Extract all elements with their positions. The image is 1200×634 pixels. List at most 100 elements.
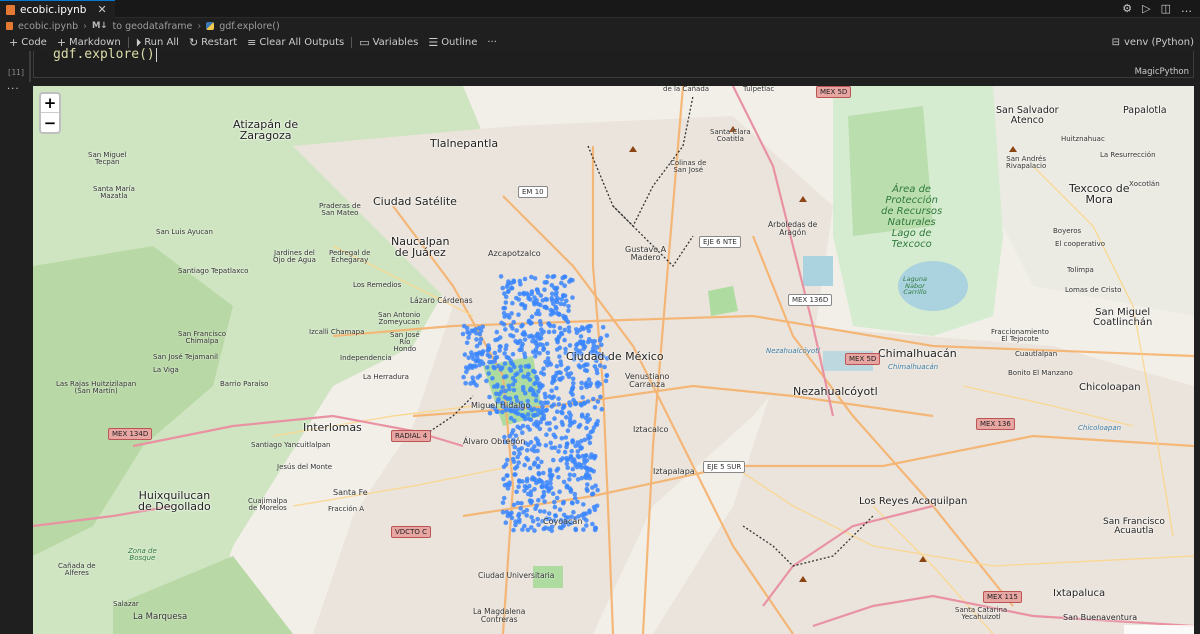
- bike-station-marker[interactable]: [538, 478, 544, 484]
- bike-station-marker[interactable]: [571, 509, 576, 515]
- bike-station-marker[interactable]: [592, 507, 598, 513]
- bike-station-marker[interactable]: [514, 328, 519, 333]
- bike-station-marker[interactable]: [535, 376, 540, 382]
- bike-station-marker[interactable]: [524, 448, 530, 453]
- bike-station-marker[interactable]: [522, 351, 527, 356]
- bike-station-marker[interactable]: [527, 427, 532, 432]
- bike-station-marker[interactable]: [514, 464, 520, 469]
- bike-station-marker[interactable]: [466, 335, 471, 340]
- bike-station-marker[interactable]: [570, 278, 575, 283]
- bike-station-marker[interactable]: [513, 519, 518, 524]
- bike-station-marker[interactable]: [503, 346, 509, 352]
- bike-station-marker[interactable]: [465, 329, 470, 335]
- bike-station-marker[interactable]: [565, 465, 570, 471]
- bike-station-marker[interactable]: [508, 368, 514, 373]
- bike-station-marker[interactable]: [540, 494, 545, 500]
- bike-station-marker[interactable]: [574, 342, 579, 348]
- bike-station-marker[interactable]: [543, 525, 548, 531]
- bike-station-marker[interactable]: [566, 325, 572, 330]
- output-more-icon[interactable]: ···: [7, 84, 20, 95]
- bike-station-marker[interactable]: [566, 304, 571, 309]
- bike-station-marker[interactable]: [569, 448, 574, 454]
- bike-station-marker[interactable]: [468, 381, 473, 386]
- bike-station-marker[interactable]: [592, 338, 597, 344]
- bike-station-marker[interactable]: [558, 377, 563, 382]
- bike-station-marker[interactable]: [525, 527, 531, 533]
- bike-station-marker[interactable]: [559, 409, 564, 415]
- bike-station-marker[interactable]: [537, 351, 542, 356]
- bike-station-marker[interactable]: [503, 462, 509, 467]
- add-code-cell-button[interactable]: + Code: [4, 34, 52, 51]
- bike-station-marker[interactable]: [575, 449, 581, 454]
- bike-station-marker[interactable]: [552, 504, 558, 510]
- bike-station-marker[interactable]: [549, 295, 554, 301]
- bike-station-marker[interactable]: [584, 518, 589, 523]
- bike-station-marker[interactable]: [520, 423, 526, 429]
- bike-station-marker[interactable]: [515, 340, 521, 345]
- bike-station-marker[interactable]: [506, 383, 512, 389]
- more-actions-icon[interactable]: …: [1181, 2, 1192, 16]
- bike-station-marker[interactable]: [553, 292, 559, 298]
- bike-station-marker[interactable]: [542, 391, 548, 397]
- bike-station-marker[interactable]: [550, 378, 556, 383]
- bike-station-marker[interactable]: [548, 307, 554, 313]
- bike-station-marker[interactable]: [504, 355, 510, 360]
- restart-button[interactable]: ↻ Restart: [184, 34, 242, 51]
- bike-station-marker[interactable]: [525, 457, 531, 463]
- bike-station-marker[interactable]: [582, 368, 588, 373]
- bike-station-marker[interactable]: [599, 406, 605, 412]
- bike-station-marker[interactable]: [487, 354, 493, 359]
- bike-station-marker[interactable]: [527, 377, 533, 382]
- bike-station-marker[interactable]: [484, 378, 489, 384]
- bike-station-marker[interactable]: [570, 501, 575, 506]
- bike-station-marker[interactable]: [495, 409, 500, 415]
- bike-station-marker[interactable]: [536, 497, 541, 503]
- bike-station-marker[interactable]: [592, 405, 598, 410]
- bike-station-marker[interactable]: [543, 304, 549, 310]
- bike-station-marker[interactable]: [541, 413, 547, 419]
- bike-station-marker[interactable]: [471, 356, 476, 362]
- bike-station-marker[interactable]: [561, 404, 567, 410]
- bike-station-marker[interactable]: [541, 372, 547, 377]
- bike-station-marker[interactable]: [579, 325, 585, 330]
- bike-station-marker[interactable]: [515, 371, 520, 376]
- bike-station-marker[interactable]: [501, 495, 507, 501]
- bike-station-marker[interactable]: [599, 342, 604, 348]
- bike-station-marker[interactable]: [485, 365, 490, 370]
- bike-station-marker[interactable]: [563, 435, 569, 440]
- bike-station-marker[interactable]: [582, 460, 587, 466]
- bike-station-marker[interactable]: [542, 287, 547, 292]
- bike-station-marker[interactable]: [573, 526, 578, 532]
- bike-station-marker[interactable]: [584, 523, 589, 528]
- bike-station-marker[interactable]: [553, 425, 559, 430]
- bike-station-marker[interactable]: [546, 329, 552, 335]
- bike-station-marker[interactable]: [474, 343, 480, 349]
- bike-station-marker[interactable]: [532, 448, 537, 454]
- bike-station-marker[interactable]: [521, 374, 526, 379]
- bike-station-marker[interactable]: [532, 276, 538, 281]
- bike-station-marker[interactable]: [474, 383, 479, 388]
- bike-station-marker[interactable]: [542, 280, 548, 285]
- bike-station-marker[interactable]: [560, 500, 566, 506]
- bike-station-marker[interactable]: [486, 343, 491, 348]
- bike-station-marker[interactable]: [500, 509, 506, 515]
- bike-station-marker[interactable]: [479, 352, 485, 357]
- bike-station-marker[interactable]: [564, 444, 569, 450]
- bike-station-marker[interactable]: [533, 398, 539, 403]
- bike-station-marker[interactable]: [566, 329, 572, 334]
- bike-station-marker[interactable]: [558, 330, 564, 336]
- bike-station-marker[interactable]: [535, 456, 540, 462]
- split-editor-icon[interactable]: ◫: [1161, 2, 1171, 16]
- bike-station-marker[interactable]: [533, 393, 539, 398]
- bike-station-marker[interactable]: [591, 425, 597, 430]
- bike-station-marker[interactable]: [557, 507, 563, 512]
- bike-station-marker[interactable]: [533, 341, 539, 346]
- bike-station-marker[interactable]: [518, 506, 523, 511]
- bike-station-marker[interactable]: [537, 509, 543, 514]
- bike-station-marker[interactable]: [528, 489, 534, 494]
- bike-station-marker[interactable]: [561, 479, 567, 485]
- bike-station-marker[interactable]: [552, 445, 558, 451]
- bike-station-marker[interactable]: [572, 495, 578, 501]
- bike-station-marker[interactable]: [565, 319, 571, 325]
- bike-station-marker[interactable]: [570, 392, 575, 397]
